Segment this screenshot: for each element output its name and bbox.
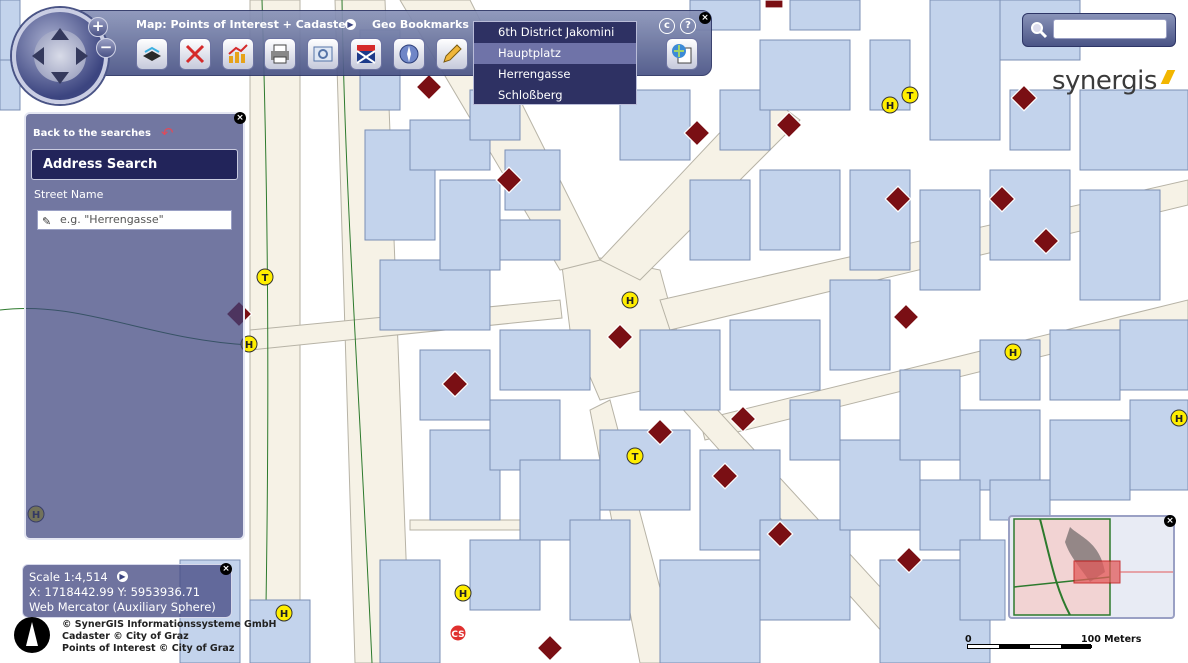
bookmark-6th-district-jakomini[interactable]: 6th District Jakomini: [474, 22, 636, 43]
print-icon: [271, 44, 289, 64]
scale-bar-segment: [999, 645, 1030, 648]
pan-left-icon[interactable]: [32, 47, 44, 65]
copyright-text: © SynerGIS Informationssysteme GmbH Cada…: [62, 619, 277, 655]
panel-close-icon[interactable]: ×: [234, 112, 246, 124]
projection-readout: Web Mercator (Auxiliary Sphere): [29, 600, 216, 614]
overview-map[interactable]: [1008, 515, 1175, 619]
xy-readout: X: 1718442.99 Y: 5953936.71: [29, 585, 201, 599]
measure-tool-button[interactable]: [307, 38, 339, 70]
scale-bar-segment: [1030, 645, 1061, 648]
chart-icon: [228, 44, 248, 63]
language-flag-icon: [356, 45, 376, 64]
scale-bar-segment: [968, 645, 999, 648]
overview-close-icon[interactable]: ×: [1164, 515, 1176, 527]
print-tool-button[interactable]: [264, 38, 296, 70]
coords-close-icon[interactable]: ×: [220, 563, 232, 575]
edit-pencil-icon: [443, 44, 462, 63]
navigation-tool-button[interactable]: [393, 38, 425, 70]
back-arrow-icon[interactable]: ↶: [161, 124, 174, 142]
globe-doc-icon: [672, 44, 692, 64]
map-title-dropdown-icon[interactable]: ▶: [345, 19, 356, 30]
search-input[interactable]: [1053, 19, 1167, 39]
copyright-line: © SynerGIS Informationssysteme GmbH: [62, 619, 277, 630]
edit-tool-button[interactable]: [436, 38, 468, 70]
zoom-out-button[interactable]: −: [96, 38, 116, 58]
pan-up-icon[interactable]: [51, 28, 69, 40]
scale-dropdown-icon[interactable]: ▶: [117, 571, 128, 582]
compass-icon: [399, 44, 419, 64]
quick-search: [1022, 13, 1176, 47]
toolbar-close-icon[interactable]: ×: [699, 12, 711, 24]
street-name-placeholder: e.g. "Herrengasse": [60, 213, 164, 226]
geo-bookmarks-title[interactable]: Geo Bookmarks: [372, 18, 469, 31]
export-tool-button[interactable]: [666, 38, 698, 70]
street-name-label: Street Name: [34, 188, 104, 201]
geo-bookmarks-dropdown: 6th District Jakomini Hauptplatz Herreng…: [473, 21, 637, 105]
layers-tool-button[interactable]: [136, 38, 168, 70]
north-arrow-icon: [14, 617, 50, 653]
scale-readout: Scale 1:4,514: [29, 570, 108, 584]
eraser-icon: ✎: [42, 215, 52, 228]
chart-tool-button[interactable]: [222, 38, 254, 70]
scale-bar-segment: [1061, 645, 1092, 648]
synergis-logo: synergis: [1052, 66, 1157, 96]
bookmark-schlossberg[interactable]: Schloßberg: [474, 85, 636, 106]
language-tool-button[interactable]: [350, 38, 382, 70]
clear-icon: [185, 44, 205, 64]
bookmark-herrengasse[interactable]: Herrengasse: [474, 64, 636, 85]
back-to-searches-link[interactable]: Back to the searches: [33, 128, 151, 139]
layers-icon: [143, 46, 161, 61]
pan-right-icon[interactable]: [76, 47, 88, 65]
address-search-title: Address Search: [31, 149, 238, 180]
pan-down-icon[interactable]: [51, 72, 69, 84]
map-title[interactable]: Map: Points of Interest + Cadaster: [136, 18, 351, 31]
clear-tool-button[interactable]: [179, 38, 211, 70]
scale-coords-panel: × Scale 1:4,514 ▶ X: 1718442.99 Y: 59539…: [22, 563, 232, 618]
copyright-line: Points of Interest © City of Graz: [62, 643, 235, 654]
zoom-in-button[interactable]: +: [88, 17, 108, 37]
search-icon[interactable]: [1030, 21, 1048, 39]
address-search-panel: × Back to the searches ↶ Address Search …: [24, 112, 246, 540]
overview-map-image: [1013, 518, 1173, 616]
street-name-input[interactable]: ✎ e.g. "Herrengasse": [37, 210, 232, 230]
pan-control: [32, 28, 88, 84]
copyright-line: Cadaster © City of Graz: [62, 631, 189, 642]
measure-icon: [313, 46, 333, 62]
scale-bar: [967, 644, 1092, 649]
copyright-icon[interactable]: c: [659, 18, 675, 34]
bookmark-hauptplatz[interactable]: Hauptplatz: [474, 43, 636, 64]
help-icon[interactable]: ?: [680, 18, 696, 34]
